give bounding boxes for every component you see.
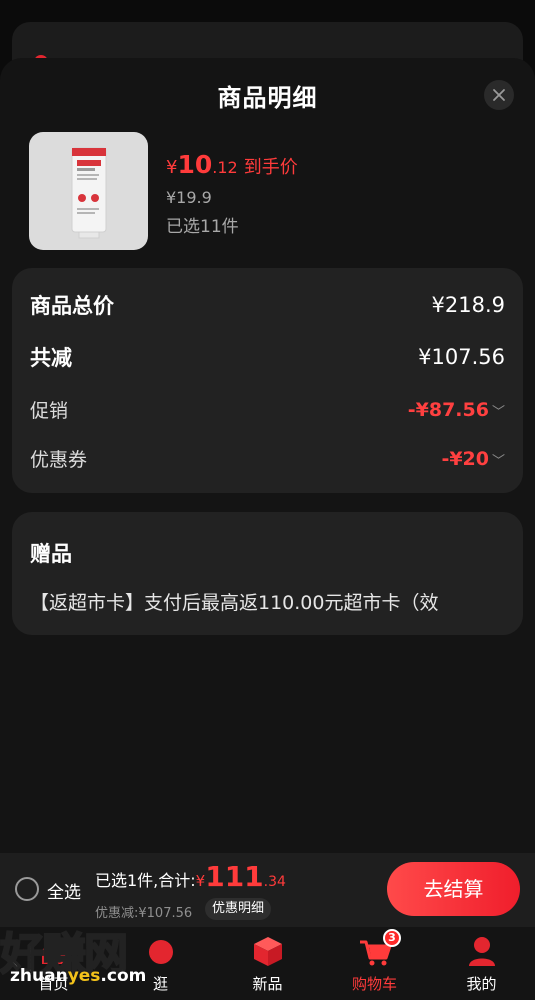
cart-badge: 3 — [383, 929, 401, 947]
coupon-value: -¥20 — [441, 447, 489, 470]
watermark-url-highlight: yes — [67, 966, 101, 986]
promotion-row[interactable]: 促销 -¥87.56 ﹀ — [30, 396, 505, 423]
profile-icon — [468, 937, 495, 966]
watermark-url: zhuanyes.com — [10, 966, 146, 986]
promotion-label: 促销 — [30, 400, 69, 422]
total-reduction-value: ¥107.56 — [418, 345, 505, 369]
tab-new[interactable]: 新品 — [214, 927, 321, 1000]
gift-title: 赠品 — [30, 542, 72, 566]
close-icon — [493, 89, 505, 101]
price-integer: 10 — [177, 150, 213, 179]
sum-label: 已选1件,合计: — [95, 871, 196, 890]
toothpaste-tube-icon — [71, 147, 107, 239]
checkout-button[interactable]: 去结算 — [387, 862, 520, 916]
coupon-label: 优惠券 — [30, 449, 88, 471]
total-price-value: ¥218.9 — [431, 293, 505, 317]
total-reduction-label: 共减 — [30, 346, 72, 370]
sheet-title: 商品明细 — [217, 84, 318, 112]
discount-detail-button[interactable]: 优惠明细 — [205, 898, 272, 920]
price-symbol: ¥ — [166, 157, 178, 178]
gift-card — [12, 512, 523, 635]
select-all-label[interactable]: 全选 — [47, 878, 81, 903]
browse-icon — [148, 940, 173, 964]
tab-cart[interactable]: 3 购物车 — [321, 927, 428, 1000]
price-tag: 到手价 — [243, 157, 298, 178]
price-decimal: .12 — [212, 158, 238, 177]
sum-decimal: .34 — [263, 874, 286, 890]
sum-symbol: ¥ — [195, 872, 206, 890]
tab-new-label: 新品 — [252, 975, 283, 993]
tab-profile[interactable]: 我的 — [428, 927, 535, 1000]
close-button[interactable] — [484, 80, 514, 110]
original-price: ¥19.9 — [166, 188, 212, 207]
coupon-row[interactable]: 优惠券 -¥20 ﹀ — [30, 445, 505, 472]
product-image[interactable] — [29, 132, 148, 250]
watermark-url-part: zhuan — [10, 966, 68, 986]
watermark-url-suffix: .com — [100, 966, 147, 986]
selected-quantity: 已选11件 — [166, 217, 239, 237]
new-box-icon — [253, 937, 282, 966]
promotion-value: -¥87.56 — [407, 398, 489, 421]
chevron-down-icon: ﹀ — [491, 404, 505, 420]
total-reduction-row: 共减 ¥107.56 — [30, 342, 505, 372]
total-sum: 已选1件,合计:¥111.34 — [95, 860, 286, 893]
final-price: ¥10.12 到手价 — [166, 150, 298, 179]
chevron-down-icon: ﹀ — [491, 453, 505, 469]
tab-profile-label: 我的 — [466, 975, 497, 993]
tab-cart-label: 购物车 — [351, 975, 397, 993]
total-price-row: 商品总价 ¥218.9 — [30, 290, 505, 320]
select-all-radio[interactable] — [15, 877, 39, 901]
sum-integer: 111 — [205, 860, 264, 893]
total-price-label: 商品总价 — [30, 294, 114, 318]
gift-description: 【返超市卡】支付后最高返110.00元超市卡（效 — [30, 592, 439, 614]
